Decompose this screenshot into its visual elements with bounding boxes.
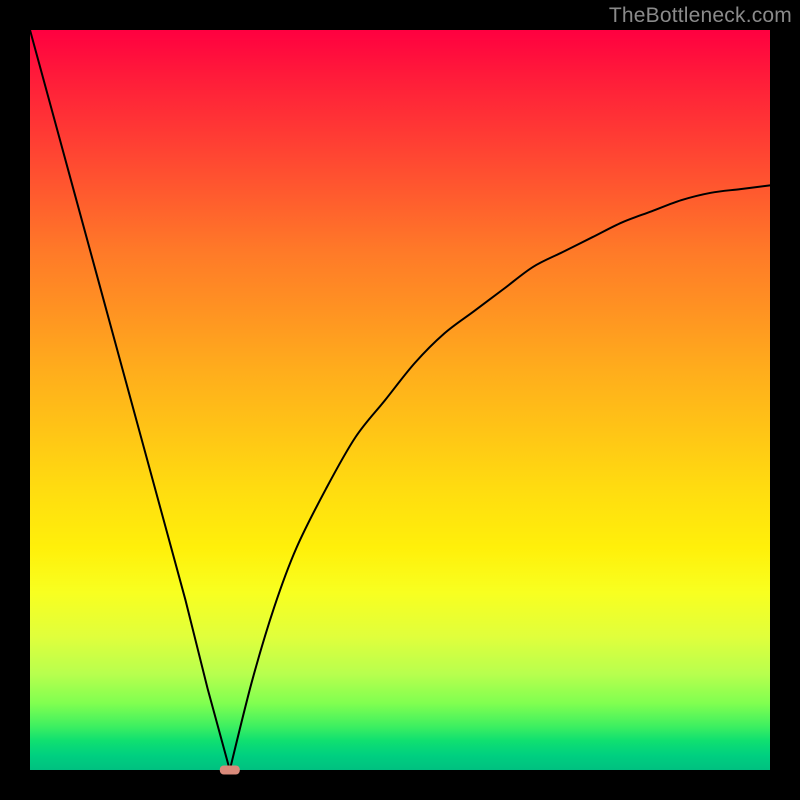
bottleneck-curve: [30, 30, 770, 770]
curve-path: [30, 30, 770, 770]
minimum-marker: [220, 766, 240, 775]
chart-frame: TheBottleneck.com: [0, 0, 800, 800]
watermark-text: TheBottleneck.com: [609, 4, 792, 28]
